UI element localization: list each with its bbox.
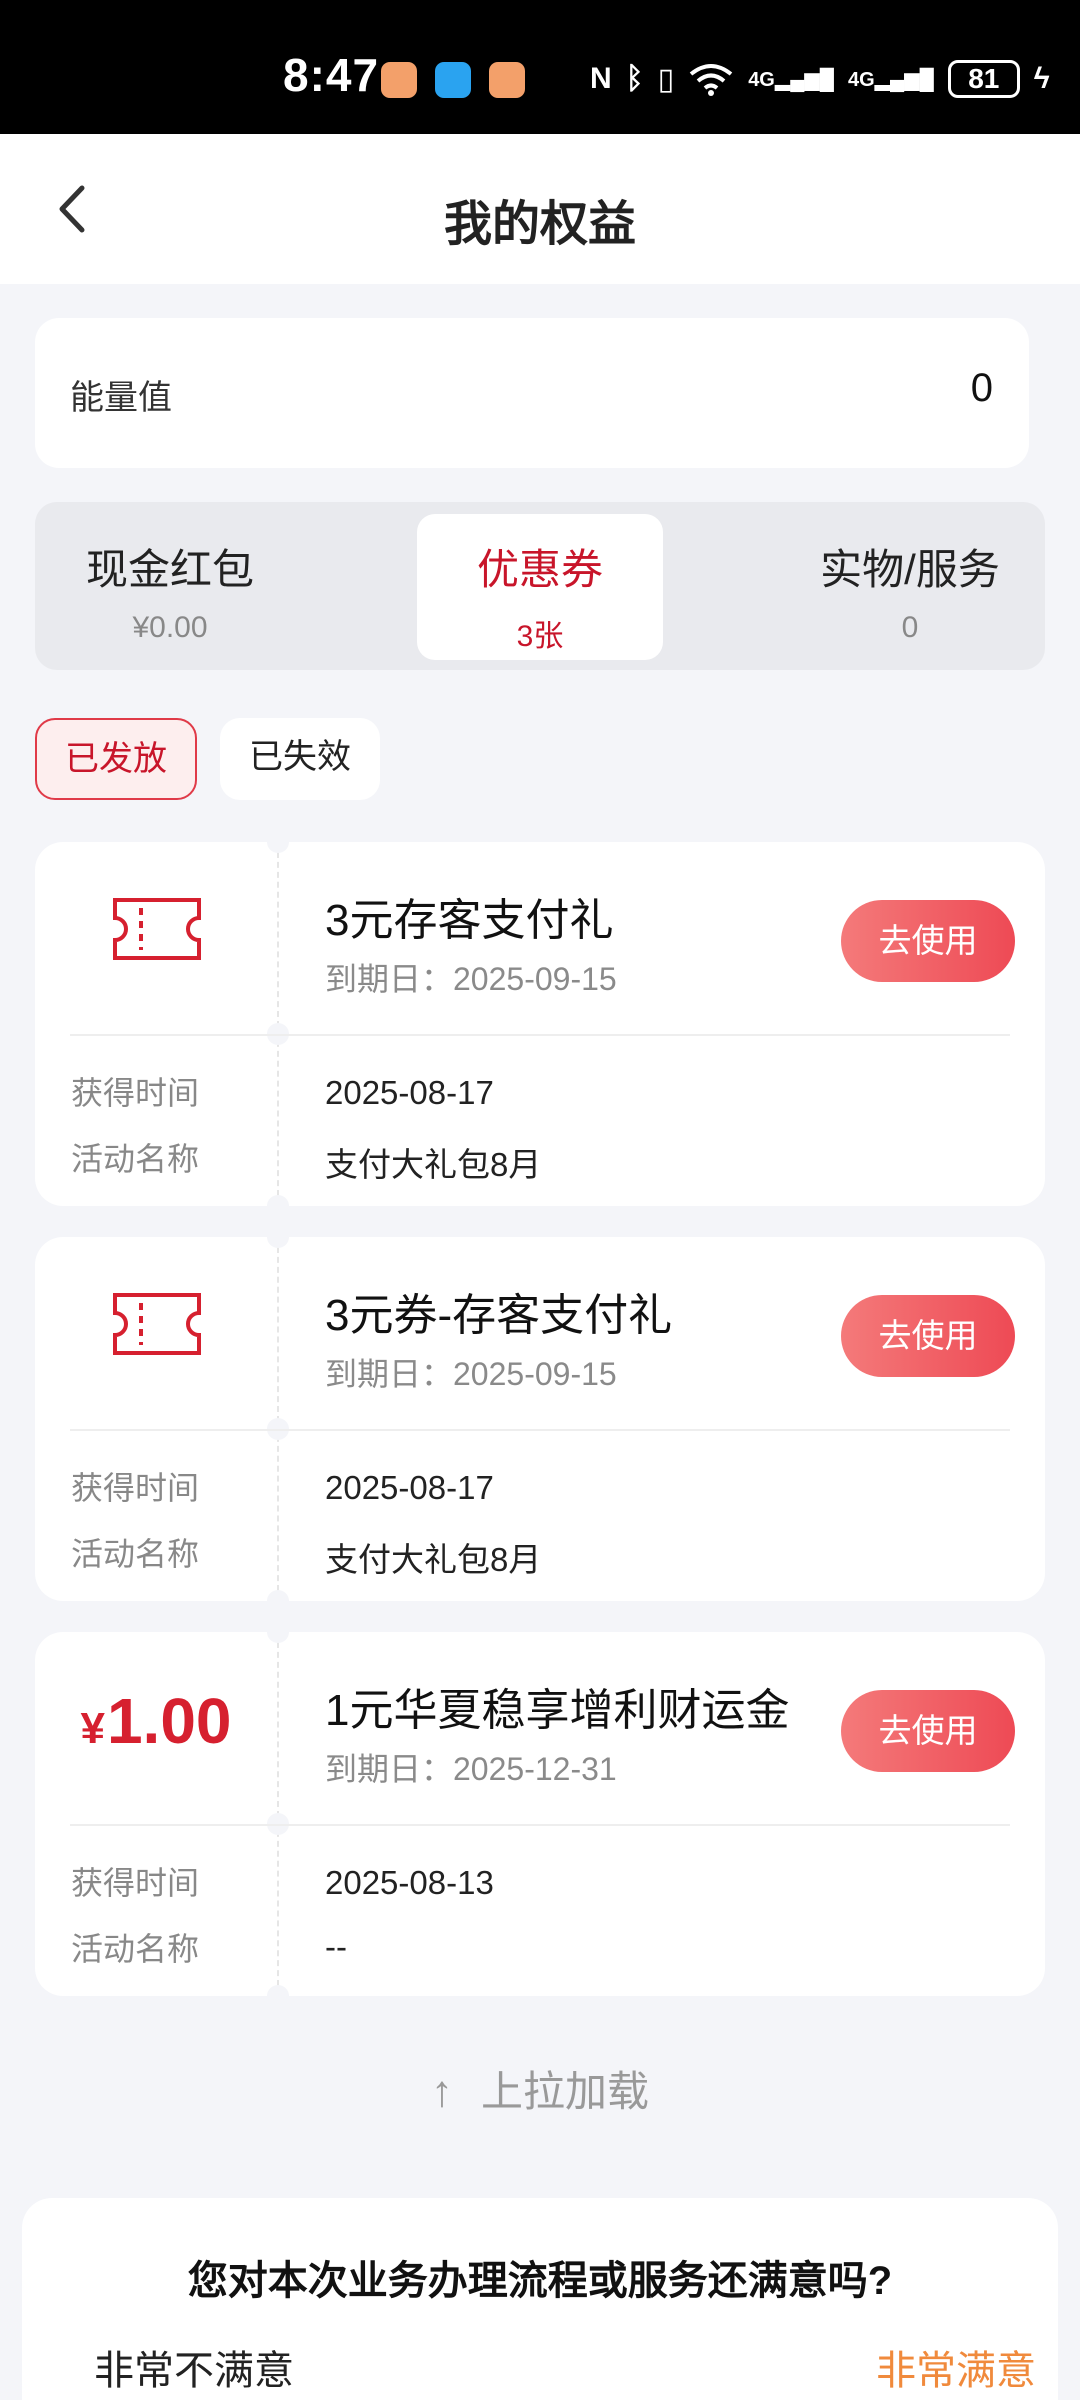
vibrate-icon: ▯ bbox=[657, 62, 675, 96]
app-notification-icon-2 bbox=[489, 62, 525, 98]
card-separator bbox=[70, 1034, 1010, 1036]
bluetooth-icon: ᛒ bbox=[625, 62, 644, 95]
coupon-title: 1元华夏稳享增利财运金 bbox=[325, 1686, 790, 1735]
coupon-expiry: 到期日：2025-09-15 bbox=[325, 1356, 617, 1392]
card-notch bbox=[267, 1237, 289, 1248]
status-icons: N ᛒ ▯ 4G▂▄▆█ 4G▂▄▆█ 81 ϟ bbox=[590, 54, 1050, 104]
load-more-label: 上拉加载 bbox=[480, 2068, 649, 2115]
use-coupon-button[interactable]: 去使用 bbox=[841, 1295, 1015, 1377]
obtained-time-label: 获得时间 bbox=[71, 1865, 200, 1901]
energy-label: 能量值 bbox=[70, 379, 172, 417]
tab-title: 现金红包 bbox=[85, 546, 254, 593]
wifi-icon bbox=[689, 64, 733, 96]
currency-symbol: ¥ bbox=[80, 1704, 105, 1753]
tab-sub: ¥0.00 bbox=[132, 611, 208, 644]
charging-icon: ϟ bbox=[1033, 62, 1050, 95]
ticket-icon bbox=[113, 898, 201, 960]
activity-name-value: 支付大礼包8月 bbox=[325, 1146, 542, 1183]
status-time: 8:47 bbox=[283, 49, 380, 101]
amount-value: 1.00 bbox=[106, 1685, 232, 1757]
card-notch bbox=[267, 1985, 289, 1996]
coupon-card: 3元券-存客支付礼 到期日：2025-09-15 去使用 获得时间 2025-0… bbox=[35, 1237, 1045, 1601]
app-notification-icon bbox=[381, 62, 417, 98]
page-title: 我的权益 bbox=[443, 198, 636, 251]
card-separator bbox=[70, 1429, 1010, 1431]
coupon-card: 3元存客支付礼 到期日：2025-09-15 去使用 获得时间 2025-08-… bbox=[35, 842, 1045, 1206]
nfc-icon: N bbox=[590, 62, 612, 95]
tab-sub: 0 bbox=[901, 611, 919, 644]
survey-question: 您对本次业务办理流程或服务还满意吗? bbox=[187, 2259, 893, 2303]
use-coupon-button[interactable]: 去使用 bbox=[841, 1690, 1015, 1772]
ticket-icon bbox=[113, 1293, 201, 1355]
obtained-time-value: 2025-08-17 bbox=[325, 1074, 494, 1111]
filter-issued[interactable]: 已发放 bbox=[35, 718, 197, 800]
obtained-time-label: 获得时间 bbox=[71, 1470, 200, 1506]
coupon-expiry: 到期日：2025-12-31 bbox=[325, 1751, 617, 1787]
energy-card: 能量值 0 bbox=[35, 318, 1029, 468]
status-bar: 8:47 N ᛒ ▯ 4G▂▄▆█ 4G▂▄▆█ 81 ϟ bbox=[0, 0, 1080, 134]
card-separator bbox=[70, 1824, 1010, 1826]
card-notch bbox=[267, 1632, 289, 1643]
tab-coupons[interactable]: 优惠券 3张 bbox=[417, 514, 663, 660]
very-dissatisfied-option[interactable]: 非常不满意 bbox=[94, 2338, 294, 2396]
tab-sub: 3张 bbox=[516, 620, 564, 653]
activity-name-label: 活动名称 bbox=[71, 1931, 200, 1967]
obtained-time-value: 2025-08-13 bbox=[325, 1864, 494, 1901]
tab-goods-services[interactable]: 实物/服务 0 bbox=[785, 514, 1035, 660]
pull-up-load-more: ↑ 上拉加载 bbox=[0, 2058, 1080, 2119]
coupon-card: ¥1.00 1元华夏稳享增利财运金 到期日：2025-12-31 去使用 获得时… bbox=[35, 1632, 1045, 1996]
activity-name-value: 支付大礼包8月 bbox=[325, 1541, 542, 1578]
signal-1-icon: 4G▂▄▆█ bbox=[748, 68, 834, 91]
tab-cash-red-packet[interactable]: 现金红包 ¥0.00 bbox=[45, 514, 295, 660]
card-notch bbox=[267, 1590, 289, 1601]
coupon-title: 3元存客支付礼 bbox=[325, 896, 614, 945]
obtained-time-label: 获得时间 bbox=[71, 1075, 200, 1111]
activity-name-value: -- bbox=[325, 1928, 347, 1965]
benefit-tabs: 现金红包 ¥0.00 优惠券 3张 实物/服务 0 bbox=[35, 502, 1045, 670]
activity-name-label: 活动名称 bbox=[71, 1141, 200, 1177]
tab-title: 优惠券 bbox=[476, 546, 603, 593]
arrow-up-icon: ↑ bbox=[430, 2067, 453, 2116]
activity-name-label: 活动名称 bbox=[71, 1536, 200, 1572]
card-notch bbox=[267, 1195, 289, 1206]
use-coupon-button[interactable]: 去使用 bbox=[841, 900, 1015, 982]
signal-2-icon: 4G▂▄▆█ bbox=[847, 68, 934, 91]
app-header: 我的权益 bbox=[0, 134, 1080, 284]
obtained-time-value: 2025-08-17 bbox=[325, 1469, 494, 1506]
coupon-expiry: 到期日：2025-09-15 bbox=[325, 961, 617, 997]
satisfaction-survey: 您对本次业务办理流程或服务还满意吗? 非常不满意 非常满意 bbox=[22, 2198, 1058, 2400]
energy-value: 0 bbox=[970, 366, 993, 410]
coupon-amount: ¥1.00 bbox=[35, 1684, 277, 1758]
battery-icon: 81 bbox=[947, 60, 1020, 98]
coupon-title: 3元券-存客支付礼 bbox=[325, 1291, 673, 1340]
filter-expired[interactable]: 已失效 bbox=[220, 718, 380, 800]
message-notification-icon bbox=[435, 62, 471, 98]
very-satisfied-option[interactable]: 非常满意 bbox=[876, 2338, 1036, 2396]
card-notch bbox=[267, 842, 289, 853]
tab-title: 实物/服务 bbox=[820, 546, 1000, 593]
